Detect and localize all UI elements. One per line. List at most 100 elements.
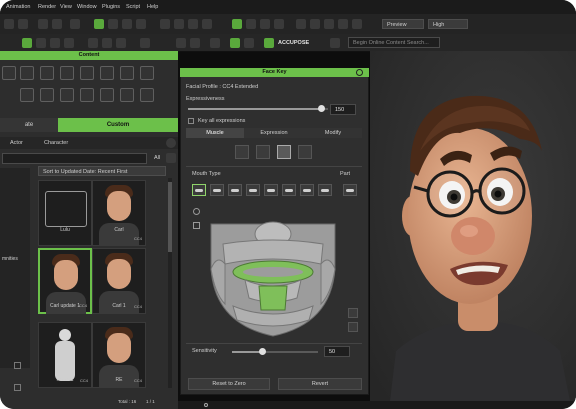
scale-tool-icon[interactable]	[136, 19, 146, 29]
breadcrumb-actor[interactable]: Actor	[10, 140, 23, 146]
expressiveness-slider-thumb[interactable]	[318, 105, 325, 112]
select-tool-icon[interactable]	[94, 19, 104, 29]
key-all-checkbox[interactable]	[188, 118, 194, 124]
avatar-icon[interactable]	[2, 66, 16, 80]
undo-arrow-icon[interactable]	[70, 19, 80, 29]
slot-icon[interactable]	[40, 88, 54, 102]
revert-button[interactable]: Revert	[278, 378, 362, 390]
slot-icon[interactable]	[80, 88, 94, 102]
shading-icon[interactable]	[296, 19, 306, 29]
menu-help[interactable]: Help	[147, 4, 158, 10]
refresh-icon[interactable]	[166, 138, 176, 148]
close-icon[interactable]	[356, 69, 363, 76]
timeline-bar[interactable]	[178, 401, 576, 409]
undo-icon[interactable]	[4, 19, 14, 29]
mouth-type-3[interactable]	[228, 184, 242, 196]
slot-icon[interactable]	[60, 88, 74, 102]
filter-all[interactable]: All	[154, 155, 160, 161]
snap-icon[interactable]	[352, 19, 362, 29]
list-item[interactable]: CC4	[92, 180, 146, 246]
expressiveness-value[interactable]: 150	[330, 104, 356, 115]
sensitivity-value[interactable]: 50	[324, 346, 350, 357]
orbit-icon[interactable]	[202, 19, 212, 29]
zoom-icon[interactable]	[188, 19, 198, 29]
timeline-icon[interactable]	[88, 38, 98, 48]
view-icon[interactable]	[260, 19, 270, 29]
tab-muscle[interactable]: Muscle	[186, 128, 244, 138]
lipsync-icon[interactable]	[244, 38, 254, 48]
accupose-label[interactable]: ACCUPOSE	[278, 40, 309, 46]
wireframe-icon[interactable]	[310, 19, 320, 29]
texture-icon[interactable]	[324, 19, 334, 29]
slot-icon[interactable]	[140, 88, 154, 102]
open-icon[interactable]	[52, 19, 62, 29]
facekey-icon[interactable]	[230, 38, 240, 48]
puppet-icon[interactable]	[190, 38, 200, 48]
move-tool-icon[interactable]	[108, 19, 118, 29]
mouth-type-4[interactable]	[246, 184, 260, 196]
mouth-region-icon[interactable]	[277, 145, 291, 159]
template-icon[interactable]	[20, 66, 34, 80]
visual-icon[interactable]	[50, 38, 60, 48]
head-region-icon[interactable]	[235, 145, 249, 159]
scene-icon[interactable]	[36, 38, 46, 48]
pan-icon[interactable]	[174, 19, 184, 29]
camera-icon[interactable]	[160, 19, 170, 29]
tab-expression[interactable]: Expression	[244, 128, 304, 138]
body-icon[interactable]	[210, 38, 220, 48]
mouth-type-2[interactable]	[210, 184, 224, 196]
menu-animation[interactable]: Animation	[6, 4, 30, 10]
back-icon[interactable]	[2, 88, 16, 102]
preview-select[interactable]: Preview	[382, 19, 424, 29]
reset-to-zero-button[interactable]: Reset to Zero	[188, 378, 270, 390]
eye-region-icon[interactable]	[256, 145, 270, 159]
gamepad-icon[interactable]	[140, 66, 154, 80]
expressiveness-slider[interactable]	[188, 105, 328, 112]
bone-icon[interactable]	[338, 19, 348, 29]
face-icon[interactable]	[176, 38, 186, 48]
timeline-playhead[interactable]	[204, 403, 208, 407]
slot-icon[interactable]	[100, 88, 114, 102]
content-search-input[interactable]	[2, 153, 147, 164]
list-item[interactable]	[38, 180, 92, 246]
slot-icon[interactable]	[120, 88, 134, 102]
muscle-map[interactable]	[203, 214, 343, 339]
tree-item[interactable]: mnities	[2, 256, 18, 262]
breadcrumb-character[interactable]: Character	[44, 140, 68, 146]
group-icon[interactable]	[60, 66, 74, 80]
mouth-type-8[interactable]	[318, 184, 332, 196]
props-icon[interactable]	[100, 66, 114, 80]
people-icon[interactable]	[40, 66, 54, 80]
sort-select[interactable]: Sort to Updated Date: Recent First	[38, 166, 166, 176]
menu-render[interactable]: Render	[38, 4, 56, 10]
modify-icon[interactable]	[64, 38, 74, 48]
quality-select[interactable]: High	[428, 19, 468, 29]
cube-icon[interactable]	[120, 66, 134, 80]
rotate-tool-icon[interactable]	[122, 19, 132, 29]
display-icon[interactable]	[274, 19, 284, 29]
warning-icon[interactable]	[348, 322, 358, 332]
mouth-type-1[interactable]	[192, 184, 206, 196]
pencil-icon[interactable]	[14, 362, 21, 369]
light-icon[interactable]	[246, 19, 256, 29]
part-button[interactable]	[343, 184, 357, 196]
mouse-icon[interactable]	[193, 208, 200, 215]
motion-icon[interactable]	[116, 38, 126, 48]
menu-plugins[interactable]: Plugins	[102, 4, 120, 10]
mouth-type-7[interactable]	[300, 184, 314, 196]
mouth-type-5[interactable]	[264, 184, 278, 196]
delete-icon[interactable]	[14, 384, 21, 391]
search-icon[interactable]	[166, 153, 176, 163]
online-content-search[interactable]: Begin Online Content Search...	[348, 37, 440, 48]
menu-script[interactable]: Script	[126, 4, 140, 10]
image-icon[interactable]	[80, 66, 94, 80]
mirror-icon[interactable]	[348, 308, 358, 318]
leaf-icon[interactable]	[330, 38, 340, 48]
menu-window[interactable]: Window	[77, 4, 97, 10]
settings-icon[interactable]	[193, 222, 200, 229]
viewport[interactable]	[370, 51, 576, 401]
curve-icon[interactable]	[102, 38, 112, 48]
pager[interactable]: 1 / 1	[146, 399, 155, 404]
record-icon[interactable]	[140, 38, 150, 48]
tab-modify[interactable]: Modify	[304, 128, 362, 138]
